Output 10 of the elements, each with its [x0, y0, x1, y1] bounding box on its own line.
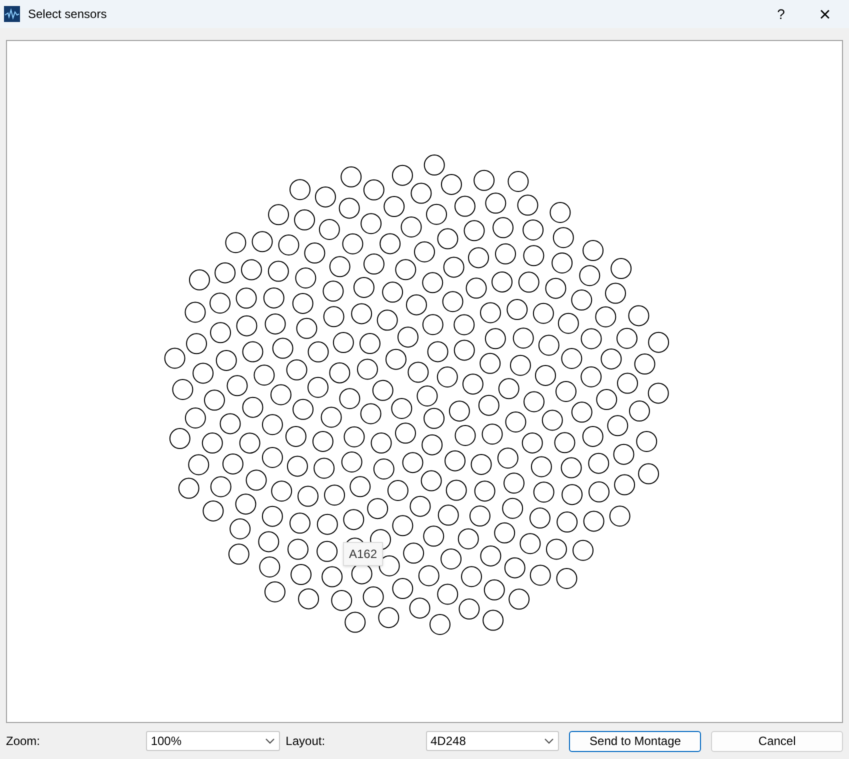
help-button[interactable]: ?: [759, 0, 803, 28]
sensor-tooltip: A162: [343, 542, 384, 566]
zoom-label: Zoom:: [6, 733, 42, 750]
layout-label: Layout:: [286, 733, 326, 750]
close-button[interactable]: ×: [803, 0, 847, 28]
send-to-montage-button[interactable]: Send to Montage: [569, 730, 702, 752]
window-title: Select sensors: [28, 6, 107, 23]
zoom-dropdown[interactable]: 100%: [146, 731, 280, 751]
cancel-button[interactable]: Cancel: [711, 730, 843, 752]
layout-dropdown[interactable]: 4D248: [426, 731, 560, 751]
